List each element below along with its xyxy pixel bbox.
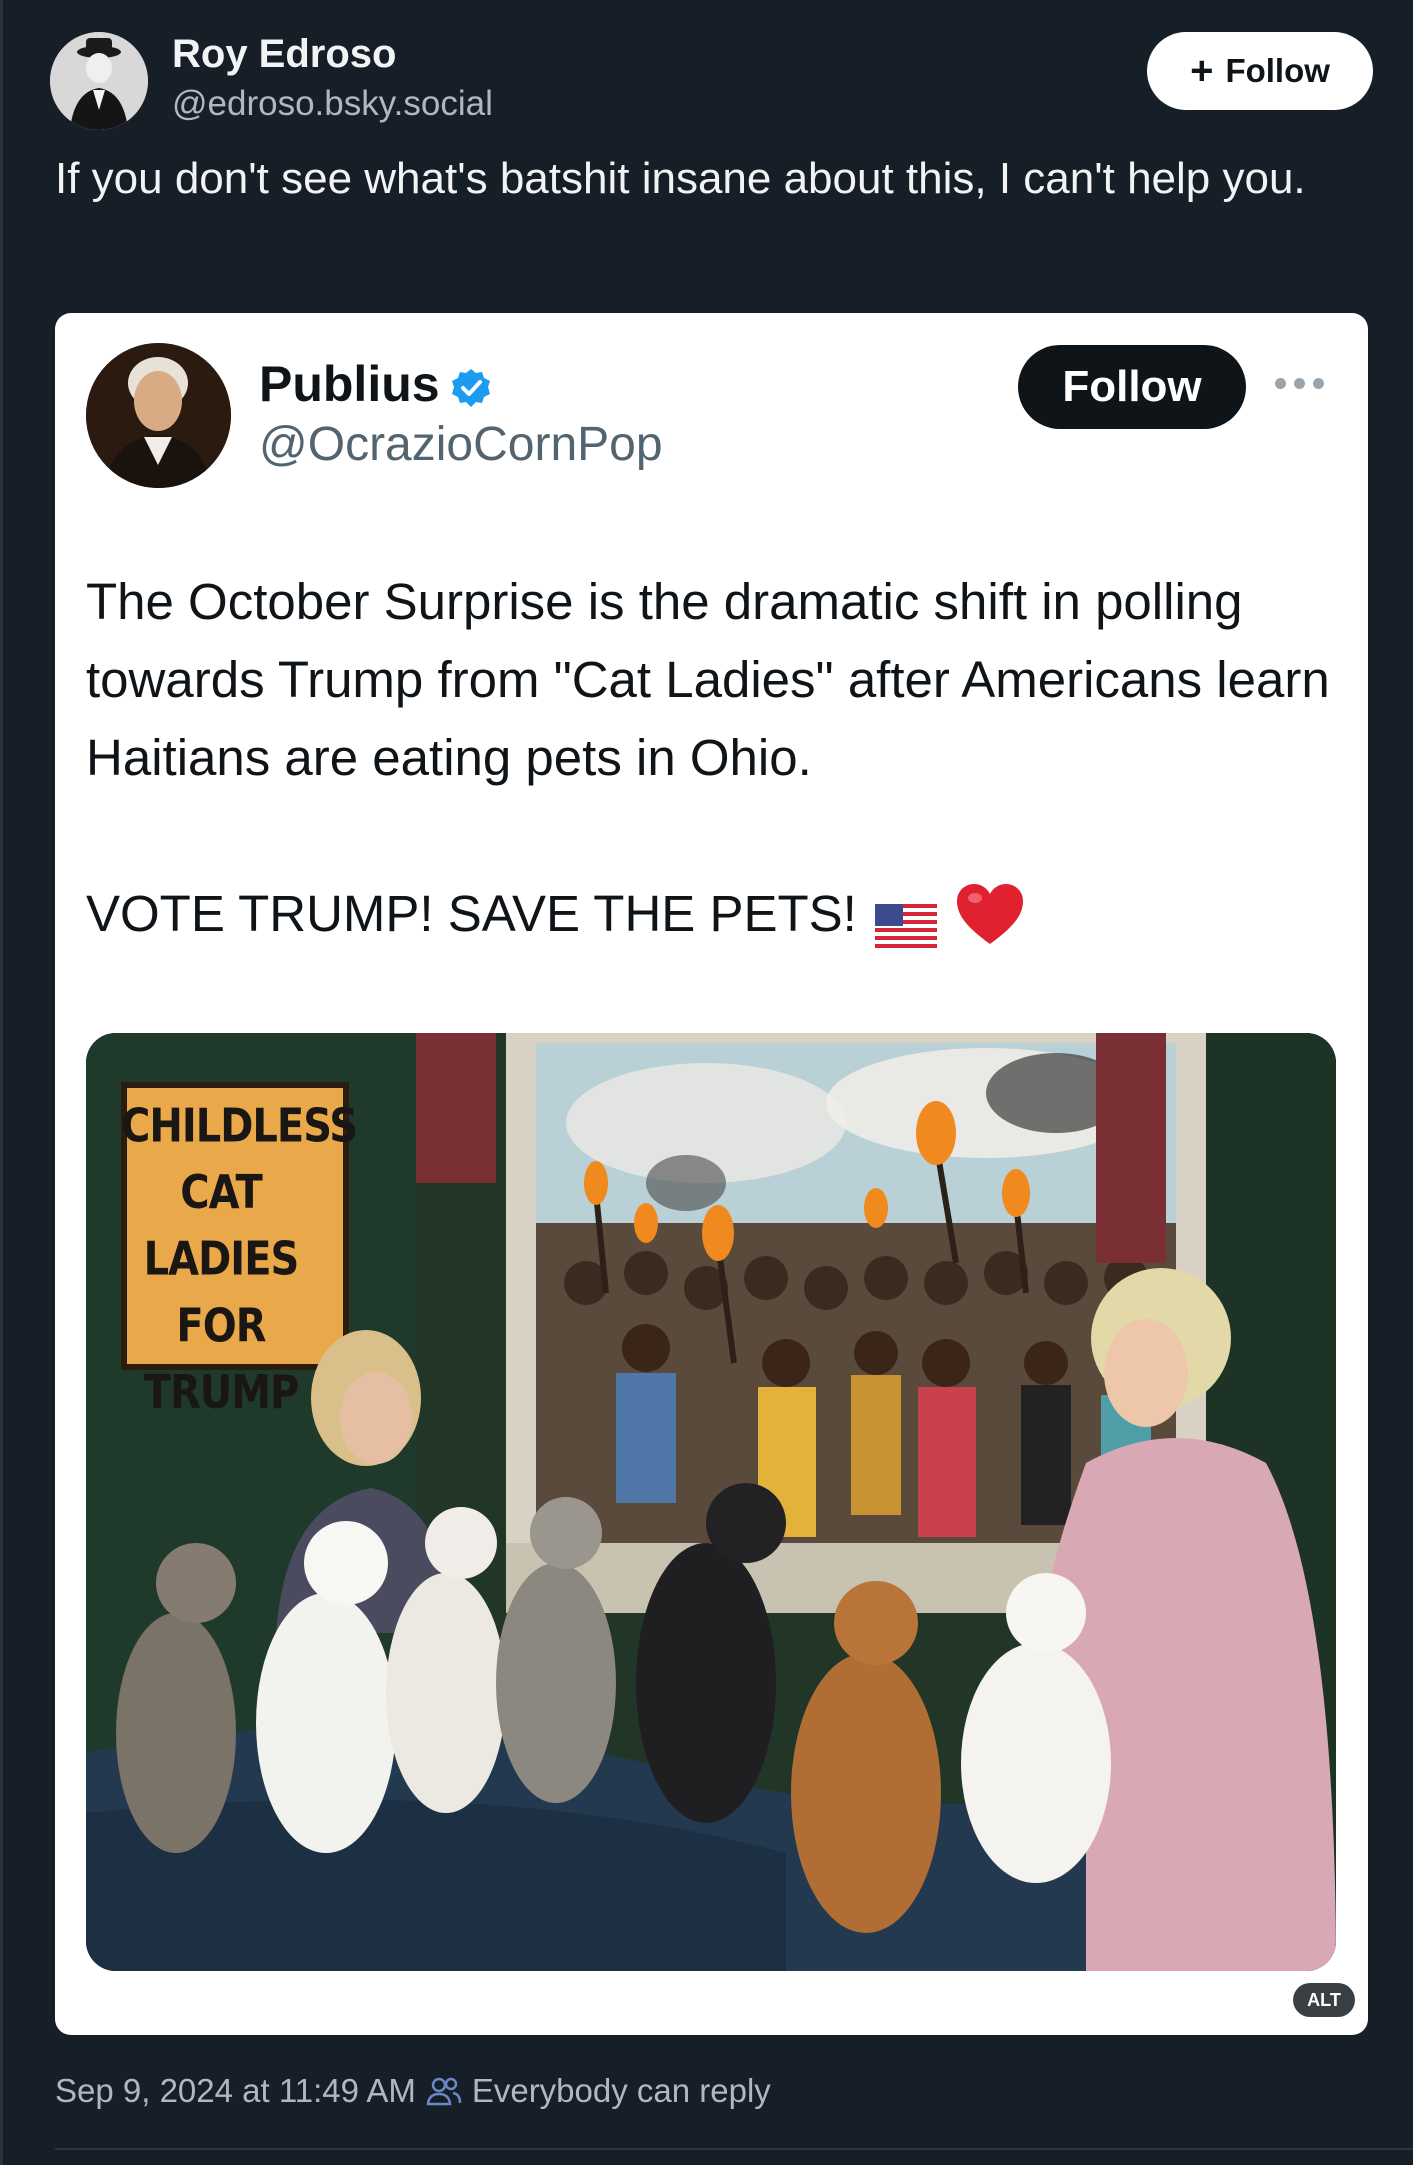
- follow-button[interactable]: + Follow: [1147, 32, 1373, 110]
- embed-author-handle: @OcrazioCornPop: [259, 418, 663, 471]
- embedded-image[interactable]: Publius @OcrazioCornPop Follow The Octob…: [55, 313, 1368, 2035]
- people-icon: [426, 2075, 462, 2107]
- sign-line: TRUMP: [143, 1366, 300, 1420]
- embed-author-avatar: [86, 343, 231, 488]
- embed-follow-button: Follow: [1018, 345, 1246, 429]
- embed-post-text: The October Surprise is the dramatic shi…: [86, 573, 1330, 786]
- author-avatar[interactable]: [50, 32, 148, 130]
- post-text: If you don't see what's batshit insane a…: [55, 154, 1306, 203]
- illustration: CHILDLESS CAT LADIES FOR TRUMP: [86, 1033, 1336, 1971]
- divider: [55, 2148, 1413, 2150]
- embed-cta-text: VOTE TRUMP! SAVE THE PETS!: [86, 885, 857, 942]
- plus-icon: +: [1190, 49, 1214, 93]
- red-heart-icon: [955, 882, 1025, 946]
- post-timestamp[interactable]: Sep 9, 2024 at 11:49 AM: [55, 2072, 416, 2110]
- embed-author-name-text: Publius: [259, 356, 440, 412]
- embed-post-cta: VOTE TRUMP! SAVE THE PETS!: [86, 875, 1025, 953]
- protest-sign-text: CHILDLESS CAT LADIES FOR TRUMP: [121, 1093, 358, 1438]
- post-footer: Sep 9, 2024 at 11:49 AM Everybody can re…: [55, 2072, 771, 2110]
- alt-text-badge[interactable]: ALT: [1293, 1983, 1355, 2017]
- us-flag-icon: [874, 892, 937, 948]
- embed-author-name: Publius: [259, 355, 492, 413]
- post: Roy Edroso @edroso.bsky.social + Follow …: [0, 0, 1413, 2165]
- more-options-icon: [1275, 373, 1331, 393]
- sign-line: CHILDLESS: [121, 1099, 358, 1153]
- sign-line: CAT LADIES: [143, 1166, 300, 1287]
- sign-line: FOR: [176, 1300, 266, 1353]
- follow-label: Follow: [1225, 52, 1330, 89]
- verified-badge-icon: [450, 363, 492, 407]
- author-name[interactable]: Roy Edroso: [172, 32, 396, 77]
- reply-setting: Everybody can reply: [471, 2072, 771, 2109]
- author-handle[interactable]: @edroso.bsky.social: [172, 84, 493, 124]
